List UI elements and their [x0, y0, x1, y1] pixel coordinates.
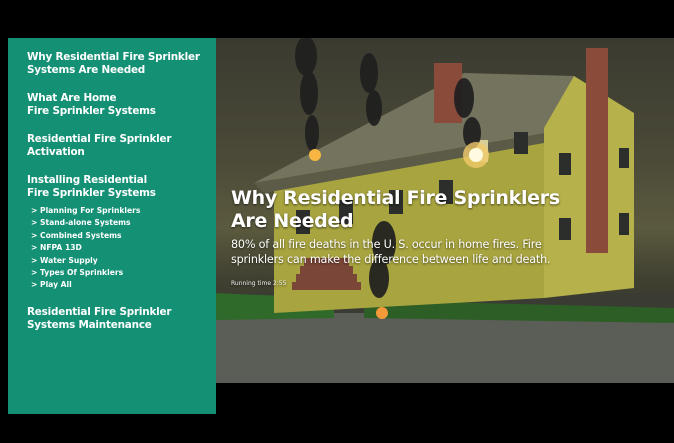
- driveway: [214, 313, 674, 383]
- menu-item-activation[interactable]: Residential Fire Sprinkler Activation: [27, 133, 216, 159]
- fire-glow-2: [309, 149, 321, 161]
- menu-item-maintenance[interactable]: Residential Fire Sprinkler Systems Maint…: [27, 306, 216, 332]
- submenu-item-play-all[interactable]: Play All: [31, 279, 216, 291]
- fire-core: [469, 148, 483, 162]
- submenu-item-combined[interactable]: Combined Systems: [31, 230, 216, 242]
- side-chimney: [586, 48, 608, 253]
- chapter-menu: Why Residential Fire Sprinkler Systems A…: [8, 38, 216, 414]
- running-time: Running time 2:55: [231, 280, 287, 287]
- submenu-item-stand-alone[interactable]: Stand-alone Systems: [31, 217, 216, 229]
- menu-item-what-are[interactable]: What Are Home Fire Sprinkler Systems: [27, 92, 216, 118]
- video-title: Why Residential Fire Sprinklers Are Need…: [231, 187, 560, 232]
- video-description: 80% of all fire deaths in the U. S. occu…: [231, 238, 551, 266]
- submenu-item-planning[interactable]: Planning For Sprinklers: [31, 205, 216, 217]
- menu-item-why-needed[interactable]: Why Residential Fire Sprinkler Systems A…: [27, 51, 216, 77]
- submenu-item-water-supply[interactable]: Water Supply: [31, 255, 216, 267]
- submenu-item-nfpa[interactable]: NFPA 13D: [31, 242, 216, 254]
- video-caption: Why Residential Fire Sprinklers Are Need…: [231, 187, 560, 287]
- submenu-item-types[interactable]: Types Of Sprinklers: [31, 267, 216, 279]
- installing-submenu: Planning For Sprinklers Stand-alone Syst…: [31, 205, 216, 292]
- menu-item-installing[interactable]: Installing Residential Fire Sprinkler Sy…: [27, 174, 216, 200]
- fire-glow-3: [376, 307, 388, 319]
